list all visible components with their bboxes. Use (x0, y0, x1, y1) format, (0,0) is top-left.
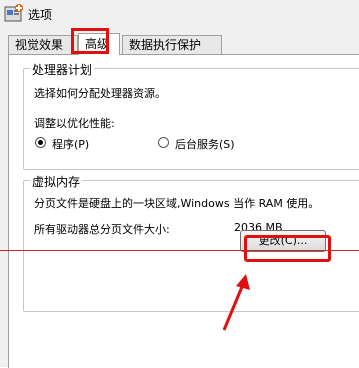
advanced-panel: 处理器计划 选择如何分配处理器资源。 调整以优化性能: 程序(P) 后台服务(S… (8, 54, 359, 368)
group-title-processor: 处理器计划 (30, 61, 95, 78)
programs-radio[interactable] (35, 137, 46, 148)
processor-scheduling-group: 处理器计划 选择如何分配处理器资源。 调整以优化性能: 程序(P) 后台服务(S… (23, 61, 359, 170)
programs-radio-label[interactable]: 程序(P) (52, 136, 89, 152)
radio-selected-dot (38, 140, 43, 145)
annotation-line (0, 250, 359, 251)
services-radio[interactable] (158, 137, 169, 148)
highlight-box-button (244, 235, 331, 262)
total-paging-label: 所有驱动器总分页文件大小: (34, 223, 170, 236)
performance-options-window: 选项 视觉效果 高级 数据执行保护 处理器计划 选择如何分配处理器资源。 调整以… (0, 0, 359, 368)
highlight-box-tab (71, 28, 109, 54)
tab-strip: 视觉效果 高级 数据执行保护 (8, 33, 358, 55)
tab-visual-effects[interactable]: 视觉效果 (8, 35, 78, 54)
tab-data-execution-prevention[interactable]: 数据执行保护 (122, 35, 222, 54)
annotation-arrow-icon (222, 274, 250, 331)
virtual-memory-description: 分页文件是硬盘上的一块区域,Windows 当作 RAM 使用。 (34, 197, 320, 210)
title-bar: 选项 (0, 0, 359, 26)
services-radio-label[interactable]: 后台服务(S) (175, 136, 235, 152)
app-icon (4, 4, 23, 22)
adjust-performance-label: 调整以优化性能: (34, 117, 115, 130)
window-title: 选项 (28, 8, 53, 22)
processor-description: 选择如何分配处理器资源。 (34, 87, 166, 100)
group-title-virtual-memory: 虚拟内存 (30, 173, 83, 190)
